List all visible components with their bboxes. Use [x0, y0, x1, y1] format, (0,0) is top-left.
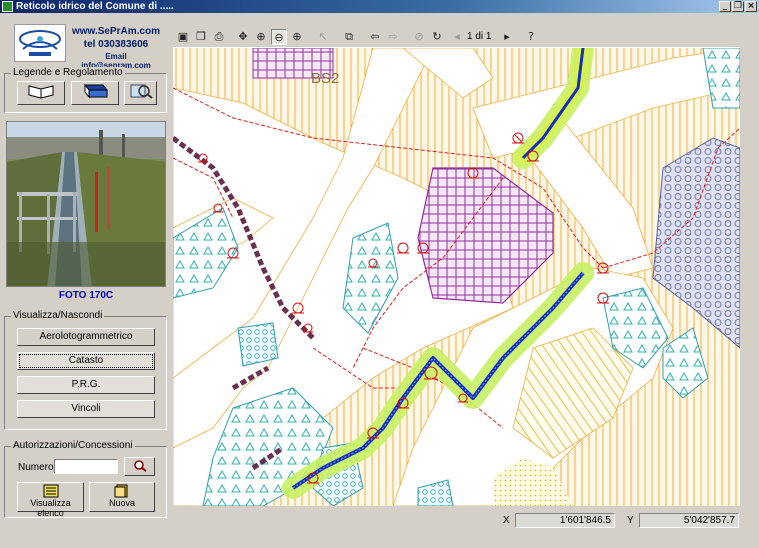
- photo-caption: FOTO 170C: [58, 290, 114, 301]
- layers-group-title: Visualizza/Nascondi: [11, 310, 105, 321]
- authorizations-group-title: Autorizzazioni/Concessioni: [11, 440, 135, 451]
- window-title: Reticolo idrico del Comune di .....: [16, 1, 174, 12]
- right-panel-strip: [741, 27, 758, 506]
- zone-label: BS2: [311, 70, 339, 87]
- new-document-icon: [114, 484, 128, 498]
- next-page-icon[interactable]: ▸: [499, 29, 515, 45]
- legenda-book-button[interactable]: [17, 81, 65, 105]
- search-authorization-button[interactable]: [124, 457, 155, 476]
- site-photo: [6, 121, 166, 287]
- open-book-icon: [28, 85, 54, 99]
- stop-icon[interactable]: ⊘: [411, 29, 427, 45]
- refresh-icon[interactable]: ↻: [429, 29, 445, 45]
- previous-page-icon[interactable]: ◂: [449, 29, 465, 45]
- view-list-label: Visualizza elenco: [30, 498, 71, 518]
- magnifier-icon: [130, 84, 153, 99]
- minimize-button[interactable]: _: [719, 1, 731, 12]
- help-icon[interactable]: ?: [523, 29, 539, 45]
- phone-text: tel 030383606: [83, 39, 149, 50]
- search-docs-button[interactable]: [124, 81, 157, 105]
- select-icon[interactable]: ▣: [175, 29, 191, 45]
- x-coordinate-value: 1'601'846.5: [515, 513, 615, 528]
- pan-icon[interactable]: ✥: [235, 29, 251, 45]
- numero-input[interactable]: [54, 459, 118, 474]
- new-authorization-button[interactable]: Nuova: [89, 482, 155, 512]
- forward-arrow-icon[interactable]: ⇨: [385, 29, 401, 45]
- aerofotogrammetrico-button[interactable]: Aerolotogrammetrico: [17, 328, 155, 346]
- prg-button[interactable]: P.R.G.: [17, 376, 155, 394]
- pointer-icon[interactable]: ↖: [315, 29, 331, 45]
- title-bar: Reticolo idrico del Comune di ..... _ ❐ …: [0, 0, 759, 13]
- regolamento-book-button[interactable]: [71, 81, 119, 105]
- y-coordinate-label: Y: [627, 515, 634, 526]
- zoom-out-icon[interactable]: ⊖: [271, 29, 287, 45]
- search-icon: [133, 460, 147, 472]
- full-extent-icon[interactable]: ⧉: [341, 29, 357, 45]
- new-label: Nuova: [108, 498, 135, 508]
- copy-icon[interactable]: ❐: [193, 29, 209, 45]
- list-icon: [43, 484, 58, 498]
- view-list-button[interactable]: Visualizza elenco: [17, 482, 84, 518]
- zoom-in-icon[interactable]: ⊕: [289, 29, 305, 45]
- company-logo: [14, 24, 66, 62]
- close-button[interactable]: ×: [745, 1, 757, 12]
- x-coordinate-label: X: [503, 515, 510, 526]
- numero-label: Numero: [18, 462, 54, 473]
- map-view[interactable]: BS2: [173, 48, 740, 506]
- app-icon: [2, 1, 13, 12]
- legende-group-title: Legende e Regolamento: [11, 67, 125, 78]
- zoom-window-icon[interactable]: ⊕: [253, 29, 269, 45]
- vincoli-button[interactable]: Vincoli: [17, 400, 155, 418]
- restore-button[interactable]: ❐: [732, 1, 744, 12]
- blue-book-icon: [83, 83, 109, 99]
- website-text[interactable]: www.SePrAm.com: [70, 26, 162, 37]
- page-indicator: 1 di 1: [467, 31, 492, 42]
- catasto-button[interactable]: Catasto: [17, 352, 155, 370]
- map-toolbar: ▣ ❐ ⎙ ✥ ⊕ ⊖ ⊕ ↖ ⧉ ⇦ ⇨ ⊘ ↻ ◂ 1 di 1 ▸ ?: [173, 27, 740, 48]
- y-coordinate-value: 5'042'857.7: [639, 513, 739, 528]
- back-arrow-icon[interactable]: ⇦: [367, 29, 383, 45]
- print-icon[interactable]: ⎙: [211, 29, 227, 45]
